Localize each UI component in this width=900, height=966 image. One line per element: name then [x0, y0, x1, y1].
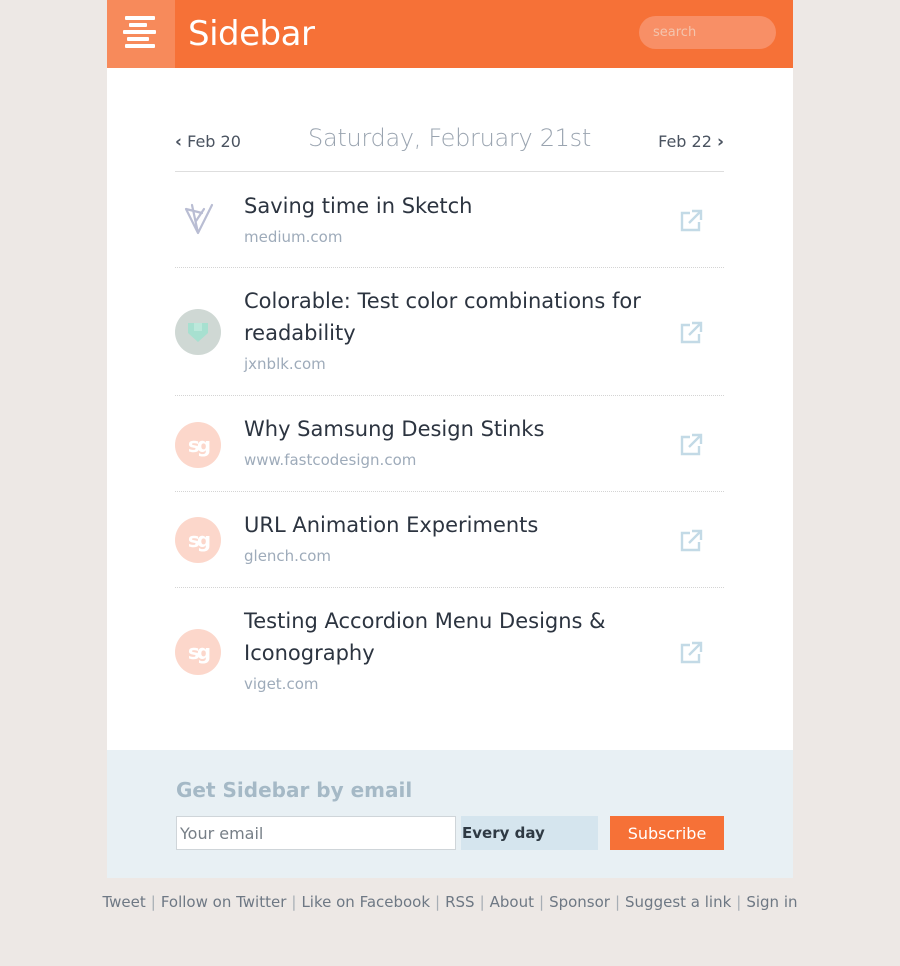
date-navigation: ‹ Feb 20 Saturday, February 21st Feb 22 … — [175, 120, 724, 172]
separator: | — [150, 893, 156, 911]
list-item: Saving time in Sketch medium.com — [175, 173, 724, 268]
list-item: sg Why Samsung Design Stinks www.fastcod… — [175, 397, 724, 492]
footer-link-sponsor[interactable]: Sponsor — [549, 893, 610, 911]
link-title[interactable]: URL Animation Experiments — [244, 509, 644, 541]
site-header: Sidebar — [107, 0, 793, 68]
avatar-glyph: sg — [187, 640, 211, 664]
footer-link-sign-in[interactable]: Sign in — [746, 893, 797, 911]
separator: | — [291, 893, 297, 911]
link-domain: jxnblk.com — [244, 355, 326, 373]
footer-link-follow-twitter[interactable]: Follow on Twitter — [161, 893, 287, 911]
link-domain: glench.com — [244, 547, 331, 565]
next-day-link[interactable]: Feb 22 › — [658, 132, 724, 152]
external-link-icon[interactable] — [678, 320, 704, 346]
footer-link-like-facebook[interactable]: Like on Facebook — [301, 893, 430, 911]
sg-icon: sg — [175, 629, 221, 675]
separator: | — [614, 893, 621, 911]
footer-link-rss[interactable]: RSS — [445, 893, 474, 911]
external-link-icon[interactable] — [678, 432, 704, 458]
footer-link-about[interactable]: About — [490, 893, 534, 911]
site-title[interactable]: Sidebar — [188, 14, 315, 54]
link-title[interactable]: Why Samsung Design Stinks — [244, 413, 644, 445]
sketch-icon — [175, 196, 221, 242]
footer-links: Tweet | Follow on Twitter | Like on Facebook… — [0, 893, 900, 911]
link-domain: www.fastcodesign.com — [244, 451, 417, 469]
link-domain: viget.com — [244, 675, 319, 693]
separator: | — [736, 893, 742, 911]
list-item: Colorable: Test color combinations for r… — [175, 269, 724, 396]
list-item: sg URL Animation Experiments glench.com — [175, 493, 724, 588]
colorable-icon — [175, 309, 221, 355]
link-title[interactable]: Saving time in Sketch — [244, 190, 644, 222]
avatar-glyph: sg — [187, 528, 211, 552]
menu-stripes-icon[interactable] — [107, 0, 175, 68]
footer-link-suggest[interactable]: Suggest a link — [625, 893, 731, 911]
chevron-right-icon: › — [716, 132, 724, 152]
external-link-icon[interactable] — [678, 528, 704, 554]
avatar-glyph: sg — [187, 433, 211, 457]
separator: | — [479, 893, 485, 911]
list-item: sg Testing Accordion Menu Designs & Icon… — [175, 589, 724, 714]
subscribe-button[interactable]: Subscribe — [610, 816, 724, 850]
footer-link-tweet[interactable]: Tweet — [102, 893, 145, 911]
external-link-icon[interactable] — [678, 640, 704, 666]
link-title[interactable]: Testing Accordion Menu Designs & Iconogr… — [244, 605, 644, 669]
page-container: Sidebar ‹ Feb 20 Saturday, February 21st… — [107, 0, 793, 878]
search-input[interactable] — [639, 16, 776, 49]
current-date: Saturday, February 21st — [308, 124, 591, 152]
sg-icon: sg — [175, 517, 221, 563]
email-field[interactable] — [176, 816, 456, 850]
email-signup: Get Sidebar by email Every day Subscribe — [107, 750, 793, 878]
external-link-icon[interactable] — [678, 208, 704, 234]
link-domain: medium.com — [244, 228, 343, 246]
frequency-select[interactable]: Every day — [461, 816, 598, 850]
separator: | — [435, 893, 441, 911]
separator: | — [539, 893, 545, 911]
sg-icon: sg — [175, 422, 221, 468]
next-day-label: Feb 22 — [658, 132, 712, 151]
signup-title: Get Sidebar by email — [176, 778, 413, 802]
link-title[interactable]: Colorable: Test color combinations for r… — [244, 285, 644, 349]
